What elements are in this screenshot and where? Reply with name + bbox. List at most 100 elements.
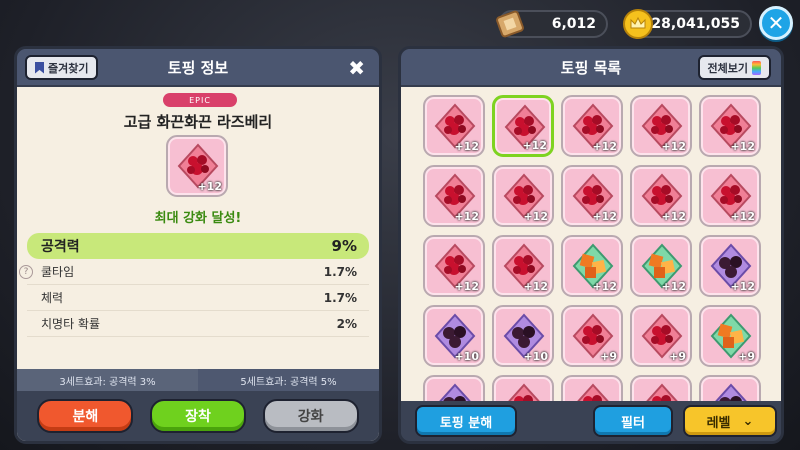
topping-level: +12 <box>522 139 547 152</box>
raspberry-topping-icon <box>646 383 678 401</box>
sort-level-dropdown[interactable]: 레벨 ⌄ <box>683 405 777 437</box>
topping-slot[interactable]: +12 <box>699 165 761 227</box>
exit-close-button[interactable]: ✕ <box>759 6 793 40</box>
topping-slot[interactable] <box>423 375 485 401</box>
topping-slot[interactable] <box>630 375 692 401</box>
topping-level: +12 <box>454 210 479 223</box>
coin-amount: 28,041,055 <box>651 16 740 32</box>
topping-preview-level: +12 <box>197 180 222 193</box>
ticket-icon <box>496 10 524 38</box>
topping-slot[interactable]: +12 <box>630 235 692 297</box>
chocolate-topping-icon <box>715 383 747 401</box>
topping-slot[interactable] <box>561 375 623 401</box>
topping-level: +12 <box>730 210 755 223</box>
topping-level: +12 <box>592 140 617 153</box>
topping-level: +12 <box>523 280 548 293</box>
rarity-badge: EPIC <box>163 93 237 107</box>
topping-slot[interactable] <box>492 375 554 401</box>
topping-info-panel: 즐겨찾기 토핑 정보 ✖ EPIC 고급 화끈화끈 라즈베리 +12 최대 강화… <box>14 46 382 444</box>
topping-slot[interactable]: +12 <box>423 235 485 297</box>
topping-level: +12 <box>523 210 548 223</box>
topping-level: +12 <box>592 210 617 223</box>
chevron-down-icon: ⌄ <box>742 413 754 429</box>
topping-level: +9 <box>669 350 686 363</box>
stat-list: 공격력 9% ? 쿨타임 1.7% 체력 1.7% 치명타 확률 2% <box>19 233 369 337</box>
info-icon[interactable]: ? <box>19 265 33 279</box>
topping-slot[interactable]: +12 <box>561 165 623 227</box>
stat-row-attack: 공격력 9% <box>27 233 369 259</box>
topping-preview: +12 <box>166 135 228 197</box>
topping-detail: EPIC 고급 화끈화끈 라즈베리 +12 최대 강화 달성! 공격력 9% ?… <box>17 87 379 441</box>
stat-value: 9% <box>331 237 357 255</box>
coin-counter: 28,041,055 <box>623 9 752 39</box>
topping-level: +12 <box>661 210 686 223</box>
chocolate-topping-icon <box>439 383 471 401</box>
rainbow-filter-icon <box>752 60 761 75</box>
topping-slot[interactable]: +12 <box>561 95 623 157</box>
equip-button[interactable]: 장착 <box>149 399 246 433</box>
topping-list-title: 토핑 목록 <box>560 58 622 77</box>
topping-info-title: 토핑 정보 <box>167 58 229 77</box>
topping-level: +12 <box>454 140 479 153</box>
stat-value: 1.7% <box>323 264 357 279</box>
crown-coin-icon <box>623 9 653 39</box>
topping-slot[interactable]: +9 <box>630 305 692 367</box>
topping-action-bar: 분해 장착 강화 <box>17 391 379 441</box>
filter-button[interactable]: 필터 <box>593 405 673 437</box>
topping-level: +9 <box>600 350 617 363</box>
topping-level: +12 <box>592 280 617 293</box>
view-all-button[interactable]: 전체보기 <box>697 55 771 80</box>
stat-name: 체력 <box>41 291 64 305</box>
close-icon: ✕ <box>767 11 785 35</box>
favorite-button[interactable]: 즐겨찾기 <box>25 55 99 80</box>
topping-slot[interactable]: +12 <box>492 95 554 157</box>
enhance-button[interactable]: 강화 <box>262 399 359 433</box>
topping-level: +12 <box>661 140 686 153</box>
disassemble-button[interactable]: 분해 <box>37 399 134 433</box>
topping-level: +10 <box>454 350 479 363</box>
stat-row-cooldown: ? 쿨타임 1.7% <box>19 259 369 285</box>
topping-grid: +12 +12 +12 +12 +12 +12 +12 +12 +12 +12 +12 +12 +12 +… <box>423 95 761 401</box>
topping-disassemble-button[interactable]: 토핑 분해 <box>415 405 517 437</box>
stat-name: 치명타 확률 <box>41 317 101 331</box>
raspberry-topping-icon <box>577 383 609 401</box>
panel-close-icon[interactable]: ✖ <box>348 56 365 80</box>
topping-slot[interactable]: +12 <box>492 235 554 297</box>
topping-level: +12 <box>661 280 686 293</box>
topping-slot[interactable]: +12 <box>561 235 623 297</box>
topping-info-header: 즐겨찾기 토핑 정보 ✖ <box>17 49 379 87</box>
topping-slot[interactable]: +10 <box>423 305 485 367</box>
stat-row-crit: 치명타 확률 2% <box>27 311 369 337</box>
topping-slot[interactable]: +9 <box>561 305 623 367</box>
raspberry-topping-icon <box>508 383 540 401</box>
topping-name: 고급 화끈화끈 라즈베리 <box>123 113 273 131</box>
ticket-amount: 6,012 <box>551 16 596 32</box>
view-all-label: 전체보기 <box>707 61 748 75</box>
topping-level: +12 <box>730 280 755 293</box>
topping-slot[interactable]: +12 <box>630 165 692 227</box>
topping-list-header: 토핑 목록 전체보기 <box>401 49 781 87</box>
topping-level: +9 <box>738 350 755 363</box>
topping-slot[interactable]: +12 <box>423 95 485 157</box>
topping-list-action-bar: 토핑 분해 필터 레벨 ⌄ <box>401 401 781 441</box>
sort-level-label: 레벨 <box>706 415 731 431</box>
stat-name: 공격력 <box>41 239 80 255</box>
topping-slot[interactable]: +12 <box>699 95 761 157</box>
topping-level: +12 <box>730 140 755 153</box>
set-effect-5: 5세트효과: 공격력 5% <box>198 369 379 391</box>
topping-slot[interactable]: +12 <box>630 95 692 157</box>
max-enhanced-status: 최대 강화 달성! <box>154 211 242 226</box>
favorite-label: 즐겨찾기 <box>48 61 89 75</box>
topping-list-panel: 토핑 목록 전체보기 +12 +12 +12 +12 +12 +12 +12 +12 +12 +1… <box>398 46 784 444</box>
set-effect-bar: 3세트효과: 공격력 3% 5세트효과: 공격력 5% <box>17 369 379 391</box>
topping-slot[interactable]: +12 <box>699 235 761 297</box>
topping-slot[interactable]: +10 <box>492 305 554 367</box>
stat-value: 1.7% <box>323 290 357 305</box>
set-effect-3: 3세트효과: 공격력 3% <box>17 369 198 391</box>
topping-grid-scroll[interactable]: +12 +12 +12 +12 +12 +12 +12 +12 +12 +12 +12 +12 +12 +… <box>401 87 781 401</box>
topping-slot[interactable]: +12 <box>423 165 485 227</box>
topping-slot[interactable] <box>699 375 761 401</box>
topping-slot[interactable]: +12 <box>492 165 554 227</box>
stat-value: 2% <box>336 316 357 331</box>
topping-slot[interactable]: +9 <box>699 305 761 367</box>
